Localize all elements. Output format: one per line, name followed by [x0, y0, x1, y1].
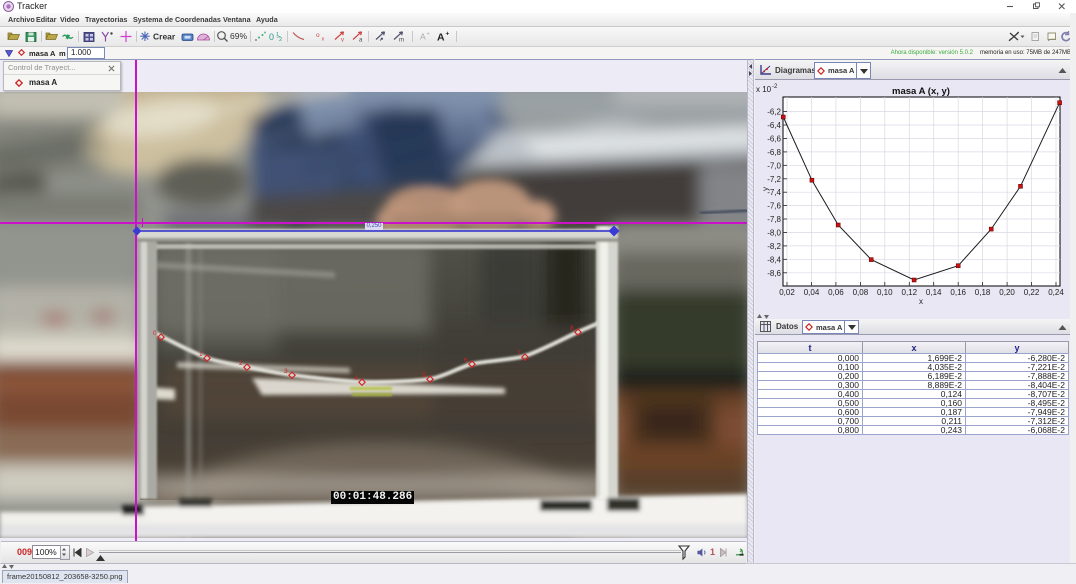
- svg-text:8: 8: [570, 325, 574, 332]
- svg-text:1: 1: [199, 351, 203, 358]
- svg-text:masa A (x, y): masa A (x, y): [892, 86, 950, 97]
- svg-text:-6,6: -6,6: [767, 135, 781, 144]
- svg-text:x 10: x 10: [756, 85, 772, 94]
- svg-text:Crear: Crear: [153, 32, 176, 42]
- svg-text:0,14: 0,14: [926, 288, 942, 297]
- svg-text:5: 5: [422, 372, 426, 379]
- svg-text:-8,2: -8,2: [767, 242, 781, 251]
- svg-text:0,10: 0,10: [877, 288, 893, 297]
- svg-text:x: x: [919, 297, 923, 305]
- svg-text:0,22: 0,22: [1024, 288, 1040, 297]
- svg-text:0,24: 0,24: [1048, 288, 1064, 297]
- svg-text:0,18: 0,18: [975, 288, 991, 297]
- svg-text:-8,6: -8,6: [767, 269, 781, 278]
- svg-text:6: 6: [464, 357, 468, 364]
- svg-text:-7,2: -7,2: [767, 175, 781, 184]
- svg-text:0,02: 0,02: [779, 288, 795, 297]
- svg-text:0,06: 0,06: [828, 288, 844, 297]
- svg-text:v: v: [341, 38, 344, 44]
- svg-text:-2: -2: [772, 84, 778, 90]
- svg-text:0,20: 0,20: [999, 288, 1015, 297]
- svg-text:7: 7: [517, 350, 521, 357]
- svg-text:0,16: 0,16: [950, 288, 966, 297]
- svg-text:4: 4: [354, 375, 358, 382]
- svg-text:-7,0: -7,0: [767, 161, 781, 170]
- svg-text:-6,8: -6,8: [767, 148, 781, 157]
- svg-text:0,04: 0,04: [804, 288, 820, 297]
- svg-text:0: 0: [269, 32, 274, 42]
- svg-text:0,08: 0,08: [853, 288, 869, 297]
- svg-text:A: A: [437, 32, 445, 44]
- svg-text:-8,4: -8,4: [767, 255, 781, 264]
- svg-text:x: x: [322, 37, 325, 43]
- svg-text:a: a: [359, 38, 363, 44]
- svg-text:m: m: [399, 38, 404, 44]
- svg-text:-7,8: -7,8: [767, 215, 781, 224]
- svg-text:0: 0: [153, 330, 157, 337]
- svg-text:+: +: [427, 32, 430, 38]
- svg-text:-7,6: -7,6: [767, 202, 781, 211]
- svg-text:-8,0: -8,0: [767, 229, 781, 238]
- svg-text:2: 2: [279, 37, 282, 43]
- svg-text:3: 3: [284, 368, 288, 375]
- svg-text:2: 2: [239, 360, 243, 367]
- svg-text:-6,4: -6,4: [767, 121, 781, 130]
- svg-text:69%: 69%: [230, 31, 247, 41]
- svg-text:y: y: [761, 187, 770, 191]
- svg-text:o: o: [316, 32, 320, 39]
- svg-text:A: A: [420, 32, 426, 42]
- svg-text:0,12: 0,12: [902, 288, 918, 297]
- svg-text:-6,2: -6,2: [767, 108, 781, 117]
- svg-text:+: +: [446, 31, 450, 38]
